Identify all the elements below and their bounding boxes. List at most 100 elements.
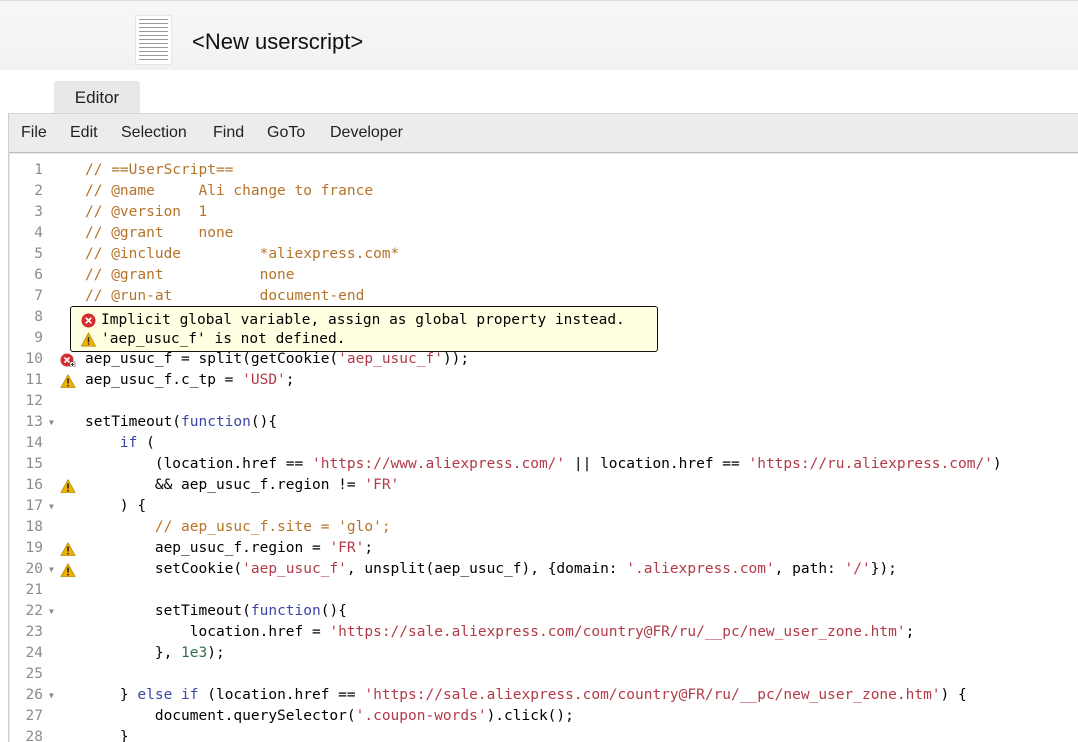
- fold-toggle-icon[interactable]: ▼: [49, 412, 54, 433]
- code-text: }: [85, 727, 129, 742]
- code-token: 'aep_usuc_f': [242, 561, 347, 577]
- line-number: 12: [25, 393, 43, 409]
- code-line[interactable]: 19 aep_usuc_f.region = 'FR';: [10, 538, 1078, 559]
- line-number: 19: [25, 540, 43, 556]
- warning-icon[interactable]: [60, 563, 76, 577]
- code-token: // @run-at document-end: [85, 288, 365, 304]
- code-token: ).click();: [486, 708, 574, 724]
- line-number: 15: [25, 456, 43, 472]
- code-token: (){: [250, 414, 278, 430]
- code-line[interactable]: 26 ▼ } else if (location.href == 'https:/…: [10, 685, 1078, 706]
- code-line[interactable]: 13 ▼ setTimeout(function(){: [10, 412, 1078, 433]
- code-line[interactable]: 2 // @name Ali change to france: [10, 181, 1078, 202]
- line-number: 28: [25, 729, 43, 742]
- tab-editor[interactable]: Editor: [54, 81, 140, 114]
- code-line[interactable]: 18 // aep_usuc_f.site = 'glo';: [10, 517, 1078, 538]
- code-token: (: [137, 435, 155, 451]
- code-text: // @run-at document-end: [85, 286, 364, 307]
- code-token: setTimeout(: [85, 603, 251, 619]
- code-line[interactable]: 14 if (: [10, 433, 1078, 454]
- warning-icon[interactable]: [60, 479, 76, 493]
- warning-icon[interactable]: [60, 374, 76, 388]
- menu-selection[interactable]: Selection: [121, 114, 187, 152]
- line-number: 4: [34, 225, 43, 241]
- line-number: 11: [25, 372, 43, 388]
- userscript-logo-icon: [135, 15, 172, 65]
- code-line[interactable]: 24 }, 1e3);: [10, 643, 1078, 664]
- code-token: '.coupon-words': [355, 708, 487, 724]
- code-line[interactable]: 1 // ==UserScript==: [10, 160, 1078, 181]
- code-token: 1e3: [181, 645, 208, 661]
- code-token: document.querySelector(: [85, 708, 356, 724]
- code-token: (location.href ==: [85, 456, 312, 472]
- code-text: }, 1e3);: [85, 643, 225, 664]
- warning-icon: [81, 332, 96, 347]
- code-token: ;: [285, 372, 295, 388]
- code-token: });: [870, 561, 897, 577]
- code-line[interactable]: 11 aep_usuc_f.c_tp = 'USD';: [10, 370, 1078, 391]
- code-token: // @name Ali change to france: [85, 183, 374, 199]
- code-token: else if: [137, 687, 199, 703]
- line-number: 8: [34, 309, 43, 325]
- line-number: 27: [25, 708, 43, 724]
- warning-icon[interactable]: [60, 542, 76, 556]
- code-line[interactable]: 22 ▼ setTimeout(function(){: [10, 601, 1078, 622]
- code-line[interactable]: 21: [10, 580, 1078, 601]
- code-editor[interactable]: 1 // ==UserScript== 2 // @name Ali change t…: [10, 154, 1078, 742]
- code-line[interactable]: 20 ▼ setCookie('aep_usuc_f', unsplit(aep_…: [10, 559, 1078, 580]
- code-line[interactable]: 16 && aep_usuc_f.region != 'FR': [10, 475, 1078, 496]
- error-icon[interactable]: [60, 353, 76, 367]
- code-line[interactable]: 12: [10, 391, 1078, 412]
- lint-tooltip: Implicit global variable, assign as glob…: [70, 306, 658, 352]
- menu-goto[interactable]: GoTo: [267, 114, 305, 152]
- code-token: location.href =: [85, 624, 330, 640]
- menu-file[interactable]: File: [21, 114, 47, 152]
- code-token: 'https://sale.aliexpress.com/country@FR/…: [364, 687, 941, 703]
- error-icon: [81, 313, 96, 328]
- code-line[interactable]: 25: [10, 664, 1078, 685]
- line-number: 17: [25, 498, 43, 514]
- code-line[interactable]: 15 (location.href == 'https://www.aliexp…: [10, 454, 1078, 475]
- code-line[interactable]: 6 // @grant none: [10, 265, 1078, 286]
- fold-toggle-icon[interactable]: ▼: [49, 601, 54, 622]
- code-token: setCookie(: [85, 561, 243, 577]
- line-number: 9: [34, 330, 43, 346]
- code-token: ;: [905, 624, 915, 640]
- code-token: },: [85, 645, 182, 661]
- code-token: 'aep_usuc_f': [338, 351, 443, 367]
- code-text: setTimeout(function(){: [85, 601, 347, 622]
- menu-developer[interactable]: Developer: [330, 114, 403, 152]
- code-text: ) {: [85, 496, 146, 517]
- menu-edit[interactable]: Edit: [70, 114, 98, 152]
- code-token: aep_usuc_f = split(getCookie(: [85, 351, 339, 367]
- code-token: ): [992, 456, 1002, 472]
- fold-toggle-icon[interactable]: ▼: [49, 559, 54, 580]
- fold-toggle-icon[interactable]: ▼: [49, 685, 54, 706]
- code-line[interactable]: 4 // @grant none: [10, 223, 1078, 244]
- code-text: document.querySelector('.coupon-words').…: [85, 706, 574, 727]
- code-line[interactable]: 17 ▼ ) {: [10, 496, 1078, 517]
- menu-find[interactable]: Find: [213, 114, 244, 152]
- code-token: 'https://www.aliexpress.com/': [311, 456, 566, 472]
- code-text: if (: [85, 433, 155, 454]
- code-text: aep_usuc_f.region = 'FR';: [85, 538, 373, 559]
- code-text: // @name Ali change to france: [85, 181, 373, 202]
- code-token: (){: [320, 603, 347, 619]
- code-line[interactable]: 23 location.href = 'https://sale.aliexpr…: [10, 622, 1078, 643]
- code-line[interactable]: 5 // @include *aliexpress.com*: [10, 244, 1078, 265]
- code-line[interactable]: 27 document.querySelector('.coupon-words…: [10, 706, 1078, 727]
- code-line[interactable]: 7 // @run-at document-end: [10, 286, 1078, 307]
- page-title: <New userscript>: [192, 29, 364, 54]
- line-number: 14: [25, 435, 43, 451]
- code-token: 'USD': [242, 372, 286, 388]
- code-token: 'https://sale.aliexpress.com/country@FR/…: [329, 624, 906, 640]
- code-line[interactable]: 28 }: [10, 727, 1078, 742]
- code-line[interactable]: 10 aep_usuc_f = split(getCookie('aep_usuc…: [10, 349, 1078, 370]
- code-token: ));: [442, 351, 470, 367]
- code-token: && aep_usuc_f.region !=: [85, 477, 365, 493]
- fold-toggle-icon[interactable]: ▼: [49, 496, 54, 517]
- code-line[interactable]: 3 // @version 1: [10, 202, 1078, 223]
- code-token: }: [85, 729, 129, 742]
- code-token: (location.href ==: [198, 687, 365, 703]
- line-number: 26: [25, 687, 43, 703]
